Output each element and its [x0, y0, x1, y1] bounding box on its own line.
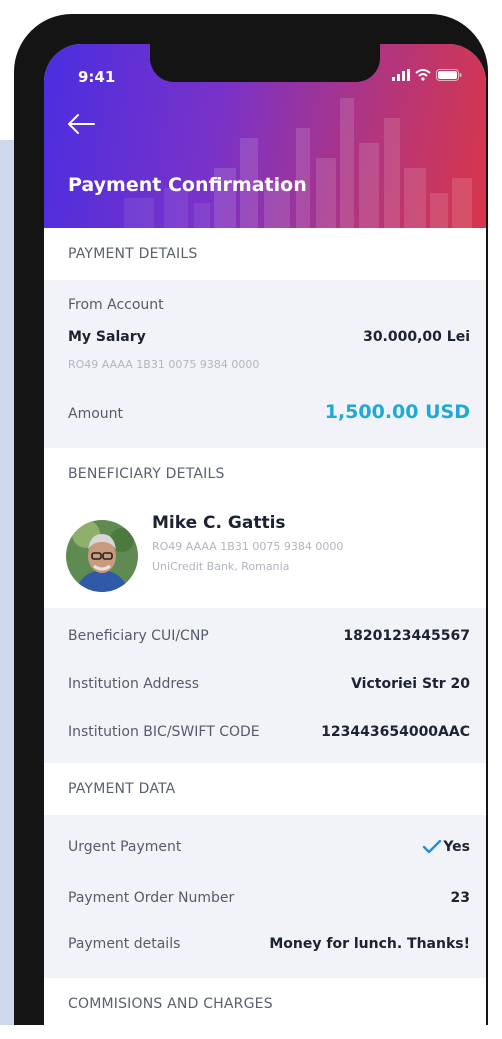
urgent-value: Yes — [443, 839, 470, 855]
beneficiary-bank: UniCredit Bank, Romania — [152, 560, 290, 573]
account-balance: 30.000,00 Lei — [363, 329, 470, 345]
wifi-icon — [415, 69, 431, 81]
check-icon — [422, 839, 442, 854]
signal-icon — [392, 69, 410, 81]
section-payment-details: PAYMENT DETAILS — [44, 228, 486, 280]
beneficiary-info-block: Beneficiary CUI/CNP 1820123445567 Instit… — [44, 608, 486, 763]
section-commissions: COMMISIONS AND CHARGES — [44, 978, 486, 1030]
phone-frame: 9:41 Payment Confirmation PAYMENT DETAIL… — [14, 14, 488, 1039]
battery-icon — [436, 69, 462, 81]
order-value: 23 — [450, 890, 470, 906]
section-heading: PAYMENT DETAILS — [68, 246, 198, 262]
amount-value: 1,500.00 USD — [324, 401, 470, 423]
details-label: Payment details — [68, 936, 181, 952]
back-arrow-icon[interactable] — [66, 112, 96, 136]
address-label: Institution Address — [68, 676, 200, 692]
details-value: Money for lunch. Thanks! — [269, 936, 470, 952]
section-beneficiary-details: BENEFICIARY DETAILS — [44, 448, 486, 500]
account-iban: RO49 AAAA 1B31 0075 9384 0000 — [68, 358, 260, 371]
notch — [150, 44, 380, 82]
section-payment-data: PAYMENT DATA — [44, 763, 486, 815]
beneficiary-iban: RO49 AAAA 1B31 0075 9384 0000 — [152, 540, 344, 553]
bic-value: 123443654000AAC — [321, 724, 470, 740]
from-account-label: From Account — [68, 297, 164, 313]
page-title: Payment Confirmation — [68, 174, 307, 196]
cui-value: 1820123445567 — [343, 628, 470, 644]
cui-label: Beneficiary CUI/CNP — [68, 628, 209, 644]
payment-details-block: From Account My Salary 30.000,00 Lei RO4… — [44, 280, 486, 448]
skyline-illustration — [124, 98, 472, 228]
section-heading: COMMISIONS AND CHARGES — [68, 996, 273, 1012]
amount-label: Amount — [68, 406, 124, 422]
order-label: Payment Order Number — [68, 890, 235, 906]
section-heading: PAYMENT DATA — [68, 781, 176, 797]
avatar — [66, 520, 138, 592]
beneficiary-name: Mike C. Gattis — [152, 513, 286, 533]
urgent-label: Urgent Payment — [68, 839, 182, 855]
account-name: My Salary — [68, 329, 146, 345]
phone-screen: 9:41 Payment Confirmation PAYMENT DETAIL… — [44, 44, 486, 1039]
payment-data-block: Urgent Payment Yes Payment Order Number … — [44, 815, 486, 978]
status-icons — [392, 69, 462, 81]
bic-label: Institution BIC/SWIFT CODE — [68, 724, 260, 740]
address-value: Victoriei Str 20 — [351, 676, 470, 692]
section-heading: BENEFICIARY DETAILS — [68, 466, 225, 482]
status-time: 9:41 — [78, 68, 116, 86]
